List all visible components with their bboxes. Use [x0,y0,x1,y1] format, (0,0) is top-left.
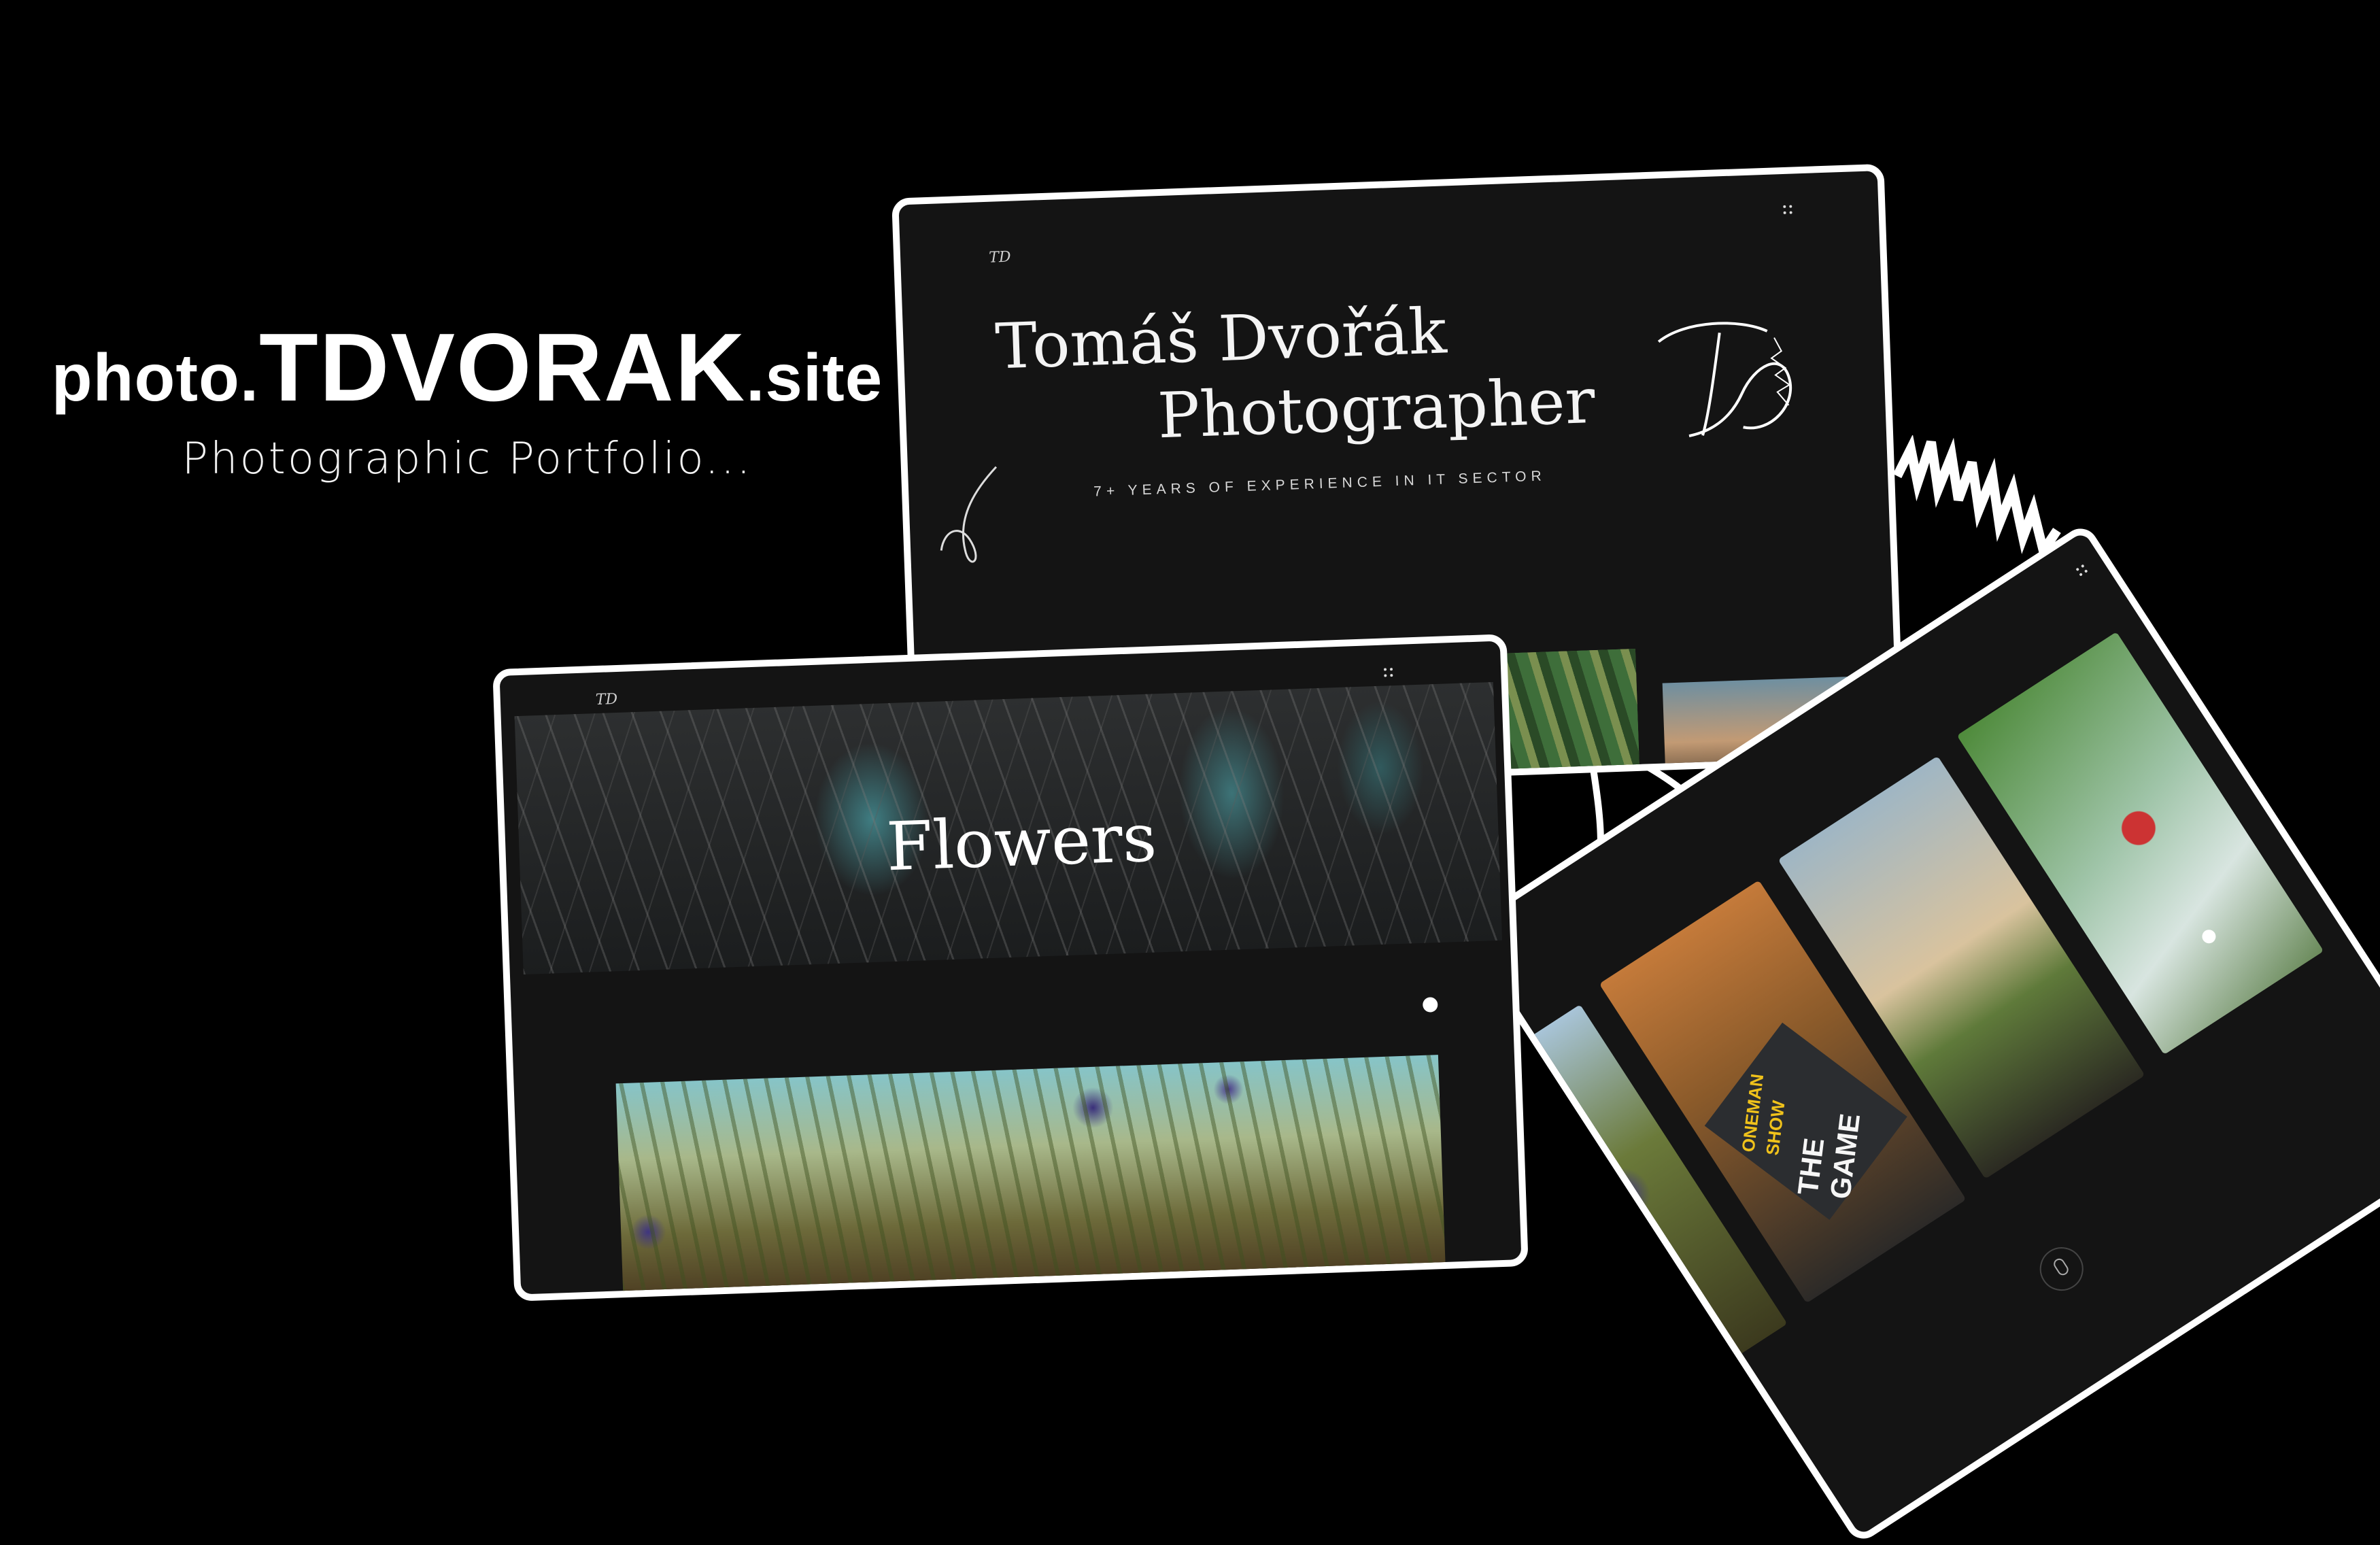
curl-decoration [940,466,998,563]
mouse-scroll-icon[interactable] [2031,1238,2092,1300]
flowers-screen-mockup: TD Flowers [492,634,1529,1302]
hero: photo.TDVORAK.site Photographic Portfoli… [42,320,892,485]
book-text-3: THE GAME [1791,1111,1867,1201]
site-title-main: TDVORAK [259,313,747,422]
banner-title: Flowers [885,799,1158,887]
site-title: photo.TDVORAK.site [42,320,892,416]
menu-dots-icon[interactable] [1383,668,1393,677]
monogram-icon[interactable]: TD [989,249,1011,267]
nav-dot[interactable] [1422,997,1438,1013]
book-text-2: SHOW [1762,1099,1789,1157]
hero-role: Photographer [1156,364,1597,453]
menu-dots-icon[interactable] [2075,564,2088,577]
site-title-suffix: .site [746,340,883,415]
book-cover: ONEMAN SHOW THE GAME [1704,1022,1907,1220]
monogram-icon[interactable]: TD [595,691,617,709]
photo-meadow[interactable] [615,1055,1446,1302]
signature-logo [1657,322,1792,437]
menu-dots-icon[interactable] [1783,205,1792,215]
hero-tagline: 7+ YEARS OF EXPERIENCE IN IT SECTOR [1093,468,1547,500]
site-title-prefix: photo. [51,340,260,415]
site-subtitle: Photographic Portfolio... [182,434,753,484]
hero-name: Tomáš Dvořák [993,294,1448,384]
